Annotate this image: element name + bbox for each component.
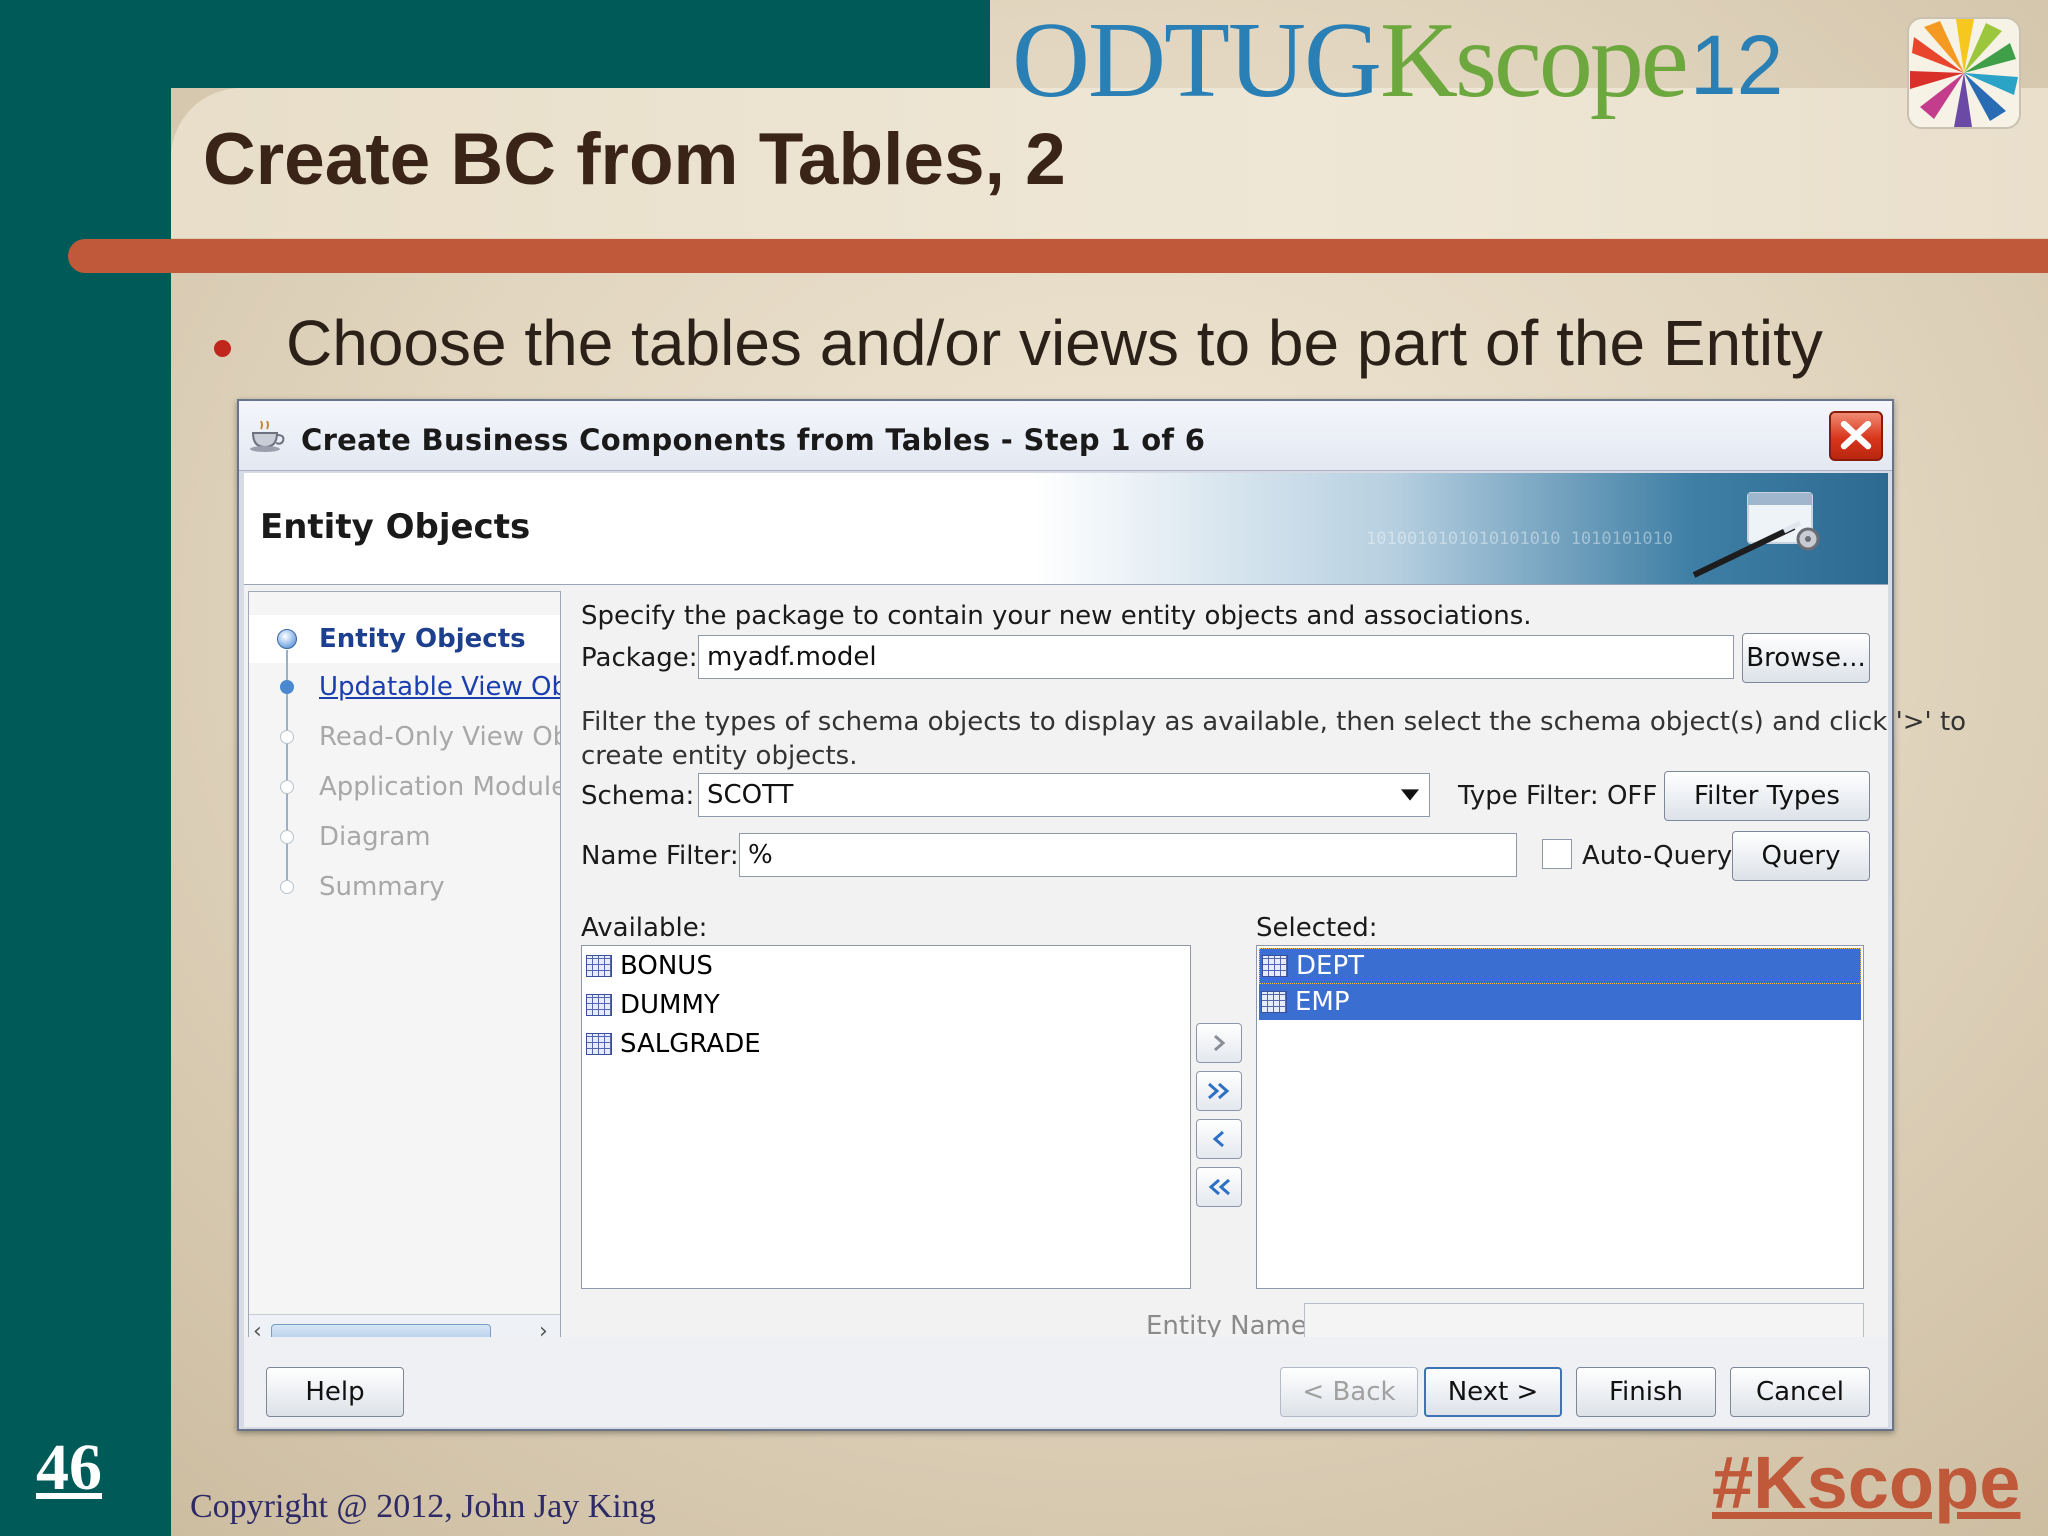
next-button[interactable]: Next > xyxy=(1424,1367,1562,1417)
list-item[interactable]: BONUS xyxy=(584,948,1188,984)
logo-odtug: ODTUG xyxy=(1012,1,1382,120)
add-all-button[interactable] xyxy=(1196,1071,1242,1111)
table-icon xyxy=(586,994,612,1016)
list-item[interactable]: DUMMY xyxy=(584,987,1188,1023)
name-filter-label: Name Filter: xyxy=(581,841,739,871)
nav-dot xyxy=(280,780,294,794)
remove-all-button[interactable] xyxy=(1196,1167,1242,1207)
nav-item-entity-objects[interactable]: Entity Objects xyxy=(319,624,526,654)
add-icon xyxy=(1214,1034,1226,1052)
query-button[interactable]: Query xyxy=(1732,831,1870,881)
package-intro: Specify the package to contain your new … xyxy=(581,601,1532,631)
remove-icon xyxy=(1212,1130,1224,1148)
selected-list[interactable]: DEPT EMP xyxy=(1256,945,1864,1289)
dialog-title: Create Business Components from Tables -… xyxy=(301,423,1206,457)
filter-types-button[interactable]: Filter Types xyxy=(1664,771,1870,821)
wizard-nav: Entity Objects Updatable View Obj Read-O… xyxy=(248,591,561,1353)
dialog-titlebar[interactable]: Create Business Components from Tables -… xyxy=(239,401,1892,471)
list-item-label: DEPT xyxy=(1296,951,1365,981)
nav-dot xyxy=(280,730,294,744)
add-all-icon xyxy=(1208,1082,1230,1100)
list-item-label: EMP xyxy=(1295,987,1350,1017)
logo-sunburst-icon xyxy=(1907,17,2021,129)
chevron-down-icon xyxy=(1401,789,1419,801)
table-icon xyxy=(1261,991,1287,1013)
slide: ODTUG Kscope 12 Create BC from Tables, 2… xyxy=(0,0,2048,1536)
bullet-dot xyxy=(214,340,231,357)
title-rule xyxy=(68,239,2048,273)
list-item-selected[interactable]: DEPT xyxy=(1259,948,1861,984)
schema-value: SCOTT xyxy=(707,780,794,810)
shuttle-buttons xyxy=(1196,1023,1242,1223)
nav-dot xyxy=(280,680,294,694)
wizard-header: Entity Objects 1010010101010101010 10101… xyxy=(244,473,1888,585)
top-color-band xyxy=(0,0,990,88)
bullet-text: Choose the tables and/or views to be par… xyxy=(286,307,1823,379)
dialog-button-bar: Help < Back Next > Finish Cancel xyxy=(244,1337,1888,1427)
list-item[interactable]: SALGRADE xyxy=(584,1026,1188,1062)
nav-item-read-only-view-objects: Read-Only View Obj xyxy=(319,722,561,752)
nav-dot xyxy=(280,830,294,844)
auto-query-checkbox[interactable] xyxy=(1542,839,1572,869)
nav-dot xyxy=(280,880,294,894)
help-button[interactable]: Help xyxy=(266,1367,404,1417)
filter-intro-line2: create entity objects. xyxy=(581,741,858,771)
back-button: < Back xyxy=(1280,1367,1418,1417)
schema-dropdown[interactable]: SCOTT xyxy=(698,773,1430,817)
wizard-content: Entity Objects Updatable View Obj Read-O… xyxy=(244,585,1966,1353)
cancel-button[interactable]: Cancel xyxy=(1730,1367,1870,1417)
nav-item-diagram: Diagram xyxy=(319,822,431,852)
logo-kscope: Kscope xyxy=(1379,1,1689,120)
remove-all-icon xyxy=(1208,1178,1230,1196)
wizard-graphic-icon xyxy=(1692,492,1820,578)
header-binary-text: 1010010101010101010 1010101010 xyxy=(1366,529,1674,549)
wizard-header-title: Entity Objects xyxy=(260,507,531,547)
add-button[interactable] xyxy=(1196,1023,1242,1063)
slide-title: Create BC from Tables, 2 xyxy=(203,119,1066,200)
list-item-selected[interactable]: EMP xyxy=(1259,984,1861,1020)
type-filter-label: Type Filter: OFF xyxy=(1458,781,1658,811)
close-icon xyxy=(1840,420,1872,450)
nav-item-updatable-view-objects[interactable]: Updatable View Obj xyxy=(319,672,560,702)
available-label: Available: xyxy=(581,913,708,943)
filter-intro-line1: Filter the types of schema objects to di… xyxy=(581,707,1967,737)
list-item-label: DUMMY xyxy=(620,990,720,1020)
table-icon xyxy=(586,955,612,977)
left-color-band xyxy=(0,0,171,1536)
close-button[interactable] xyxy=(1829,411,1883,461)
browse-button[interactable]: Browse... xyxy=(1742,633,1870,683)
nav-dot-current xyxy=(277,629,297,649)
page-number: 46 xyxy=(36,1431,102,1504)
nav-item-application-module: Application Module xyxy=(319,772,561,802)
list-item-label: SALGRADE xyxy=(620,1029,761,1059)
teacup-icon xyxy=(250,421,285,452)
schema-label: Schema: xyxy=(581,781,695,811)
table-icon xyxy=(1262,955,1288,977)
name-filter-field[interactable]: % xyxy=(739,833,1517,877)
package-label: Package: xyxy=(581,643,698,673)
copyright-text: Copyright @ 2012, John Jay King xyxy=(190,1488,656,1525)
remove-button[interactable] xyxy=(1196,1119,1242,1159)
auto-query-label[interactable]: Auto-Query xyxy=(1582,841,1732,871)
logo-year: 12 xyxy=(1689,18,1784,112)
create-bc-dialog: Create Business Components from Tables -… xyxy=(237,399,1966,1431)
conference-logo: ODTUG Kscope 12 xyxy=(1012,0,1783,115)
nav-item-summary: Summary xyxy=(319,872,445,902)
kscope-hashtag: #Kscope xyxy=(1712,1441,2021,1524)
available-list[interactable]: BONUS DUMMY SALGRADE xyxy=(581,945,1191,1289)
table-icon xyxy=(586,1033,612,1055)
list-item-label: BONUS xyxy=(620,951,713,981)
package-field[interactable]: myadf.model xyxy=(698,635,1734,679)
selected-label: Selected: xyxy=(1256,913,1378,943)
finish-button[interactable]: Finish xyxy=(1576,1367,1716,1417)
